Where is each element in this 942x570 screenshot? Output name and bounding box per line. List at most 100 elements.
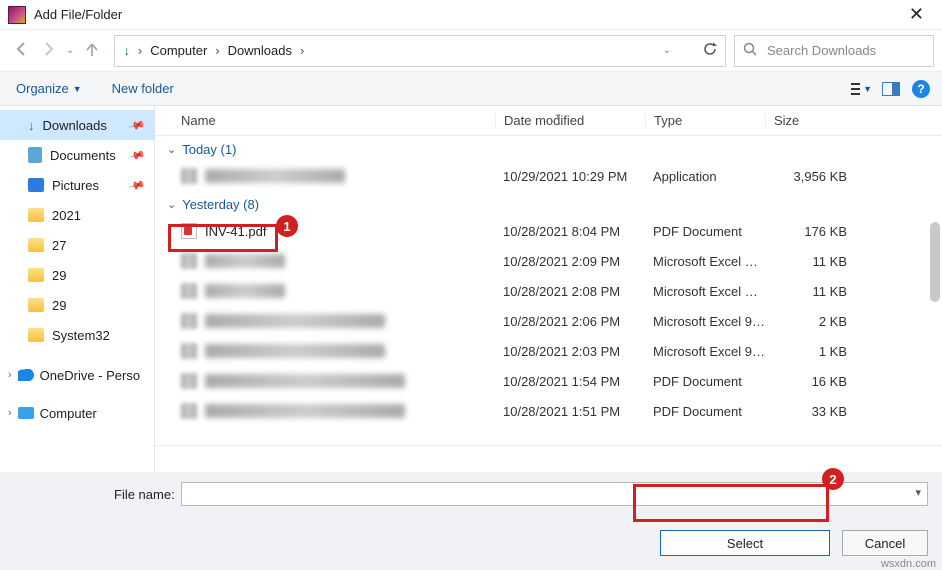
sidebar-item-folder[interactable]: 27: [0, 230, 154, 260]
group-header[interactable]: ⌄ Yesterday (8): [161, 191, 942, 216]
sidebar-item-label: 27: [52, 238, 66, 253]
cell-date: 10/28/2021 8:04 PM: [495, 224, 645, 239]
refresh-button[interactable]: [703, 42, 717, 59]
onedrive-icon: [18, 369, 34, 381]
chevron-down-icon: ⌄: [167, 143, 176, 156]
chevron-right-icon: ›: [8, 407, 12, 419]
cell-date: 10/28/2021 1:51 PM: [495, 404, 645, 419]
column-size[interactable]: Size: [765, 113, 865, 128]
sidebar-item-downloads[interactable]: ↓ Downloads 📌: [0, 110, 154, 140]
file-list: ⌄ Today (1) 10/29/2021 10:29 PM Applicati…: [155, 136, 942, 446]
chevron-down-icon: ⌄: [167, 198, 176, 211]
cell-size: 1 KB: [765, 344, 865, 359]
chevron-right-icon: ›: [8, 369, 12, 381]
cell-date: 10/28/2021 2:03 PM: [495, 344, 645, 359]
cell-size: 16 KB: [765, 374, 865, 389]
sidebar-item-documents[interactable]: Documents📌: [0, 140, 154, 170]
search-box[interactable]: [734, 35, 934, 67]
cell-size: 3,956 KB: [765, 169, 865, 184]
sidebar-item-label: Computer: [40, 406, 97, 421]
folder-icon: [28, 238, 44, 252]
recent-dropdown[interactable]: ⌄: [66, 45, 74, 56]
group-label: Today (1): [182, 142, 236, 157]
scrollbar[interactable]: [930, 222, 940, 302]
group-label: Yesterday (8): [182, 197, 259, 212]
organize-menu[interactable]: Organize▼: [10, 77, 88, 100]
picture-icon: [28, 178, 44, 192]
sidebar-item-label: Pictures: [52, 178, 99, 193]
pin-icon: 📌: [128, 176, 146, 194]
cancel-button[interactable]: Cancel: [842, 530, 928, 556]
column-headers: Name Date modified Type Size: [155, 106, 942, 136]
file-row[interactable]: 10/28/2021 1:51 PM PDF Document 33 KB: [161, 396, 942, 426]
file-row[interactable]: 10/28/2021 1:54 PM PDF Document 16 KB: [161, 366, 942, 396]
cell-type: PDF Document: [645, 404, 765, 419]
cell-type: Microsoft Excel 97...: [645, 314, 765, 329]
select-button[interactable]: Select: [660, 530, 830, 556]
title-bar: Add File/Folder ✕: [0, 0, 942, 30]
cell-size: 11 KB: [765, 284, 865, 299]
chevron-right-icon: ›: [138, 43, 142, 58]
address-dropdown[interactable]: ⌄: [663, 45, 671, 56]
column-date[interactable]: Date modified: [495, 113, 645, 128]
cell-type: PDF Document: [645, 374, 765, 389]
column-name[interactable]: Name: [155, 113, 495, 128]
file-row[interactable]: 10/28/2021 2:06 PM Microsoft Excel 97...…: [161, 306, 942, 336]
sidebar-item-folder[interactable]: System32: [0, 320, 154, 350]
new-folder-button[interactable]: New folder: [106, 77, 180, 100]
chevron-right-icon: ›: [300, 43, 304, 58]
app-icon: [8, 6, 26, 24]
sidebar-item-folder[interactable]: 29: [0, 260, 154, 290]
sidebar-group-onedrive[interactable]: ›OneDrive - Perso: [0, 358, 154, 392]
sidebar-item-folder[interactable]: 2021: [0, 200, 154, 230]
window-title: Add File/Folder: [34, 7, 899, 22]
cell-type: Microsoft Excel W...: [645, 254, 765, 269]
breadcrumb-item[interactable]: Computer: [150, 43, 207, 58]
view-menu[interactable]: ▼: [850, 78, 872, 100]
sidebar-item-label: Downloads: [43, 118, 107, 133]
up-button[interactable]: [84, 41, 100, 60]
file-row[interactable]: 10/29/2021 10:29 PM Application 3,956 KB: [161, 161, 942, 191]
cell-type: PDF Document: [645, 224, 765, 239]
download-icon: ↓: [28, 118, 35, 133]
help-icon: ?: [912, 80, 930, 98]
watermark: wsxdn.com: [881, 558, 936, 570]
filename-input[interactable]: [181, 482, 928, 506]
search-icon: [743, 42, 757, 59]
sidebar-item-label: 2021: [52, 208, 81, 223]
folder-icon: [28, 208, 44, 222]
back-button[interactable]: [14, 41, 30, 60]
file-row[interactable]: 10/28/2021 2:09 PM Microsoft Excel W... …: [161, 246, 942, 276]
annotation-callout: 2: [822, 468, 844, 490]
folder-icon: [28, 268, 44, 282]
dialog-footer: File name: Select Cancel wsxdn.com: [0, 472, 942, 570]
sidebar-item-pictures[interactable]: Pictures 📌: [0, 170, 154, 200]
sidebar-item-label: 29: [52, 298, 66, 313]
cell-size: 2 KB: [765, 314, 865, 329]
cell-size: 33 KB: [765, 404, 865, 419]
file-row[interactable]: 10/28/2021 2:08 PM Microsoft Excel W... …: [161, 276, 942, 306]
cell-type: Microsoft Excel W...: [645, 284, 765, 299]
toolbar: Organize▼ New folder ▼ ?: [0, 72, 942, 106]
sidebar-item-folder[interactable]: 29: [0, 290, 154, 320]
computer-icon: [18, 407, 34, 419]
forward-button[interactable]: [40, 41, 56, 60]
breadcrumb-item[interactable]: Downloads: [228, 43, 292, 58]
pin-icon: 📌: [128, 116, 146, 134]
group-header[interactable]: ⌄ Today (1): [161, 136, 942, 161]
folder-icon: [28, 298, 44, 312]
cell-size: 176 KB: [765, 224, 865, 239]
file-row[interactable]: 10/28/2021 2:03 PM Microsoft Excel 97...…: [161, 336, 942, 366]
preview-pane-button[interactable]: [880, 78, 902, 100]
help-button[interactable]: ?: [910, 78, 932, 100]
cell-name: INV-41.pdf: [205, 224, 266, 239]
column-type[interactable]: Type: [645, 113, 765, 128]
cell-size: 11 KB: [765, 254, 865, 269]
close-button[interactable]: ✕: [899, 0, 934, 29]
address-bar[interactable]: ↓ › Computer › Downloads › ⌄: [114, 35, 726, 67]
filename-label: File name:: [114, 487, 175, 502]
search-input[interactable]: [765, 42, 925, 59]
cell-date: 10/28/2021 2:08 PM: [495, 284, 645, 299]
sidebar-group-computer[interactable]: › Computer: [0, 396, 154, 430]
download-icon: ↓: [123, 43, 130, 58]
